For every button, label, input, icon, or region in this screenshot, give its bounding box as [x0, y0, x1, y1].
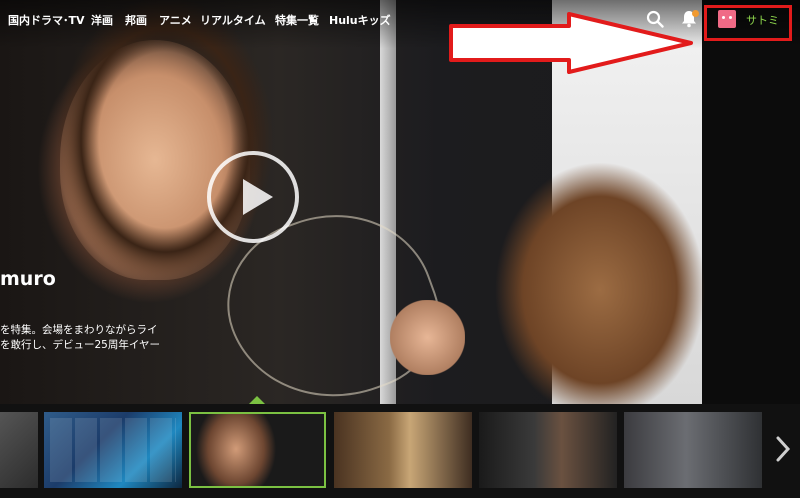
- thumbnail-collage: [50, 418, 176, 482]
- thumbnail-carousel: [0, 396, 800, 498]
- nav-western-movies[interactable]: 洋画: [91, 12, 113, 28]
- nav-japanese-movies[interactable]: 邦画: [125, 12, 147, 28]
- annotation-arrow: [449, 12, 693, 74]
- carousel-thumbnail[interactable]: [479, 412, 617, 488]
- nav-features[interactable]: 特集一覧: [275, 12, 319, 28]
- nav-domestic-drama[interactable]: 国内ドラマ･TV: [8, 12, 85, 28]
- selected-indicator: [249, 396, 265, 404]
- annotation-highlight-box: [704, 5, 792, 41]
- nav-hulu-kids[interactable]: Huluキッズ: [329, 12, 391, 28]
- hero-description-line: を敢行し、デビュー25周年イヤー: [0, 339, 161, 351]
- play-icon: [243, 179, 273, 215]
- hero-description-line: を特集。会場をまわりながらライ: [0, 324, 158, 336]
- carousel-thumbnail[interactable]: [0, 412, 38, 488]
- carousel-next-button[interactable]: [770, 424, 796, 474]
- nav-anime[interactable]: アニメ: [159, 12, 192, 28]
- hero-description: を特集。会場をまわりながらライ を敢行し、デビュー25周年イヤー: [0, 323, 160, 353]
- carousel-thumbnail[interactable]: [624, 412, 762, 488]
- carousel-thumbnail-selected[interactable]: [189, 412, 326, 488]
- nav-realtime[interactable]: リアルタイム: [200, 12, 266, 28]
- play-button[interactable]: [207, 151, 299, 243]
- chevron-right-icon: [776, 436, 791, 462]
- carousel-thumbnail[interactable]: [44, 412, 182, 488]
- hero-title: muro: [0, 268, 56, 290]
- carousel-thumbnail[interactable]: [334, 412, 472, 488]
